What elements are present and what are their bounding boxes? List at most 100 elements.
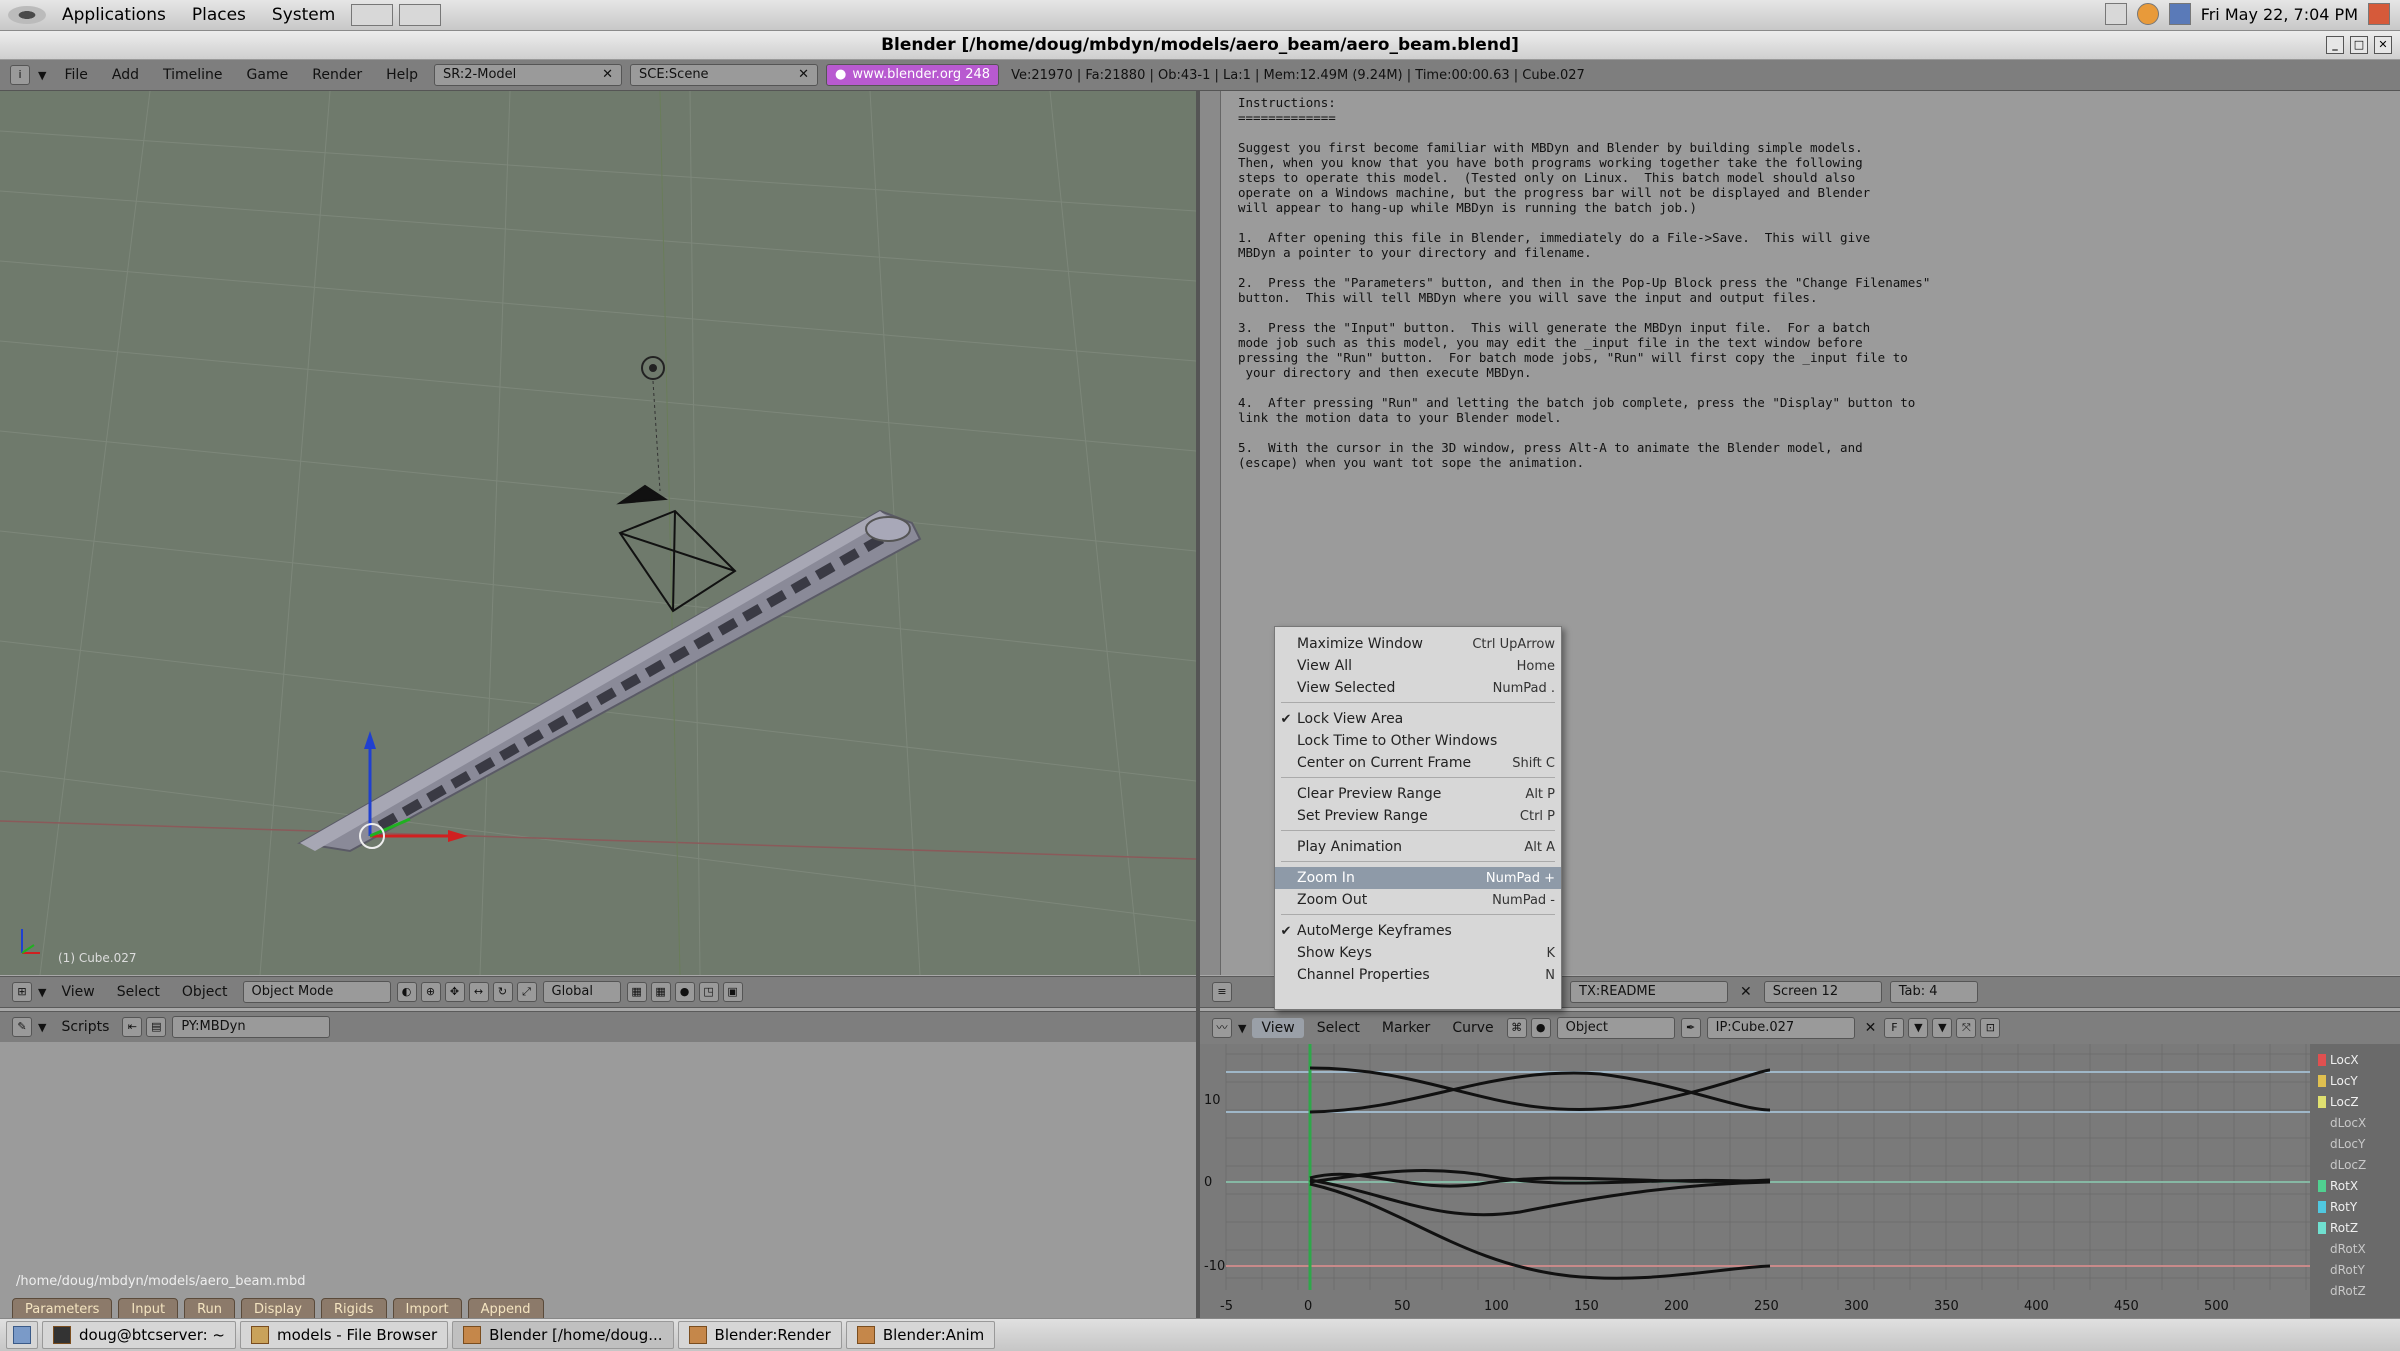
text-line[interactable] — [1238, 125, 1930, 140]
screen-selector[interactable]: SR:2-Model ✕ — [434, 64, 622, 86]
game-menu[interactable]: Game — [235, 67, 301, 83]
unlink-ipo-icon[interactable]: ✕ — [1865, 1020, 1877, 1036]
text-line[interactable]: will appear to hang-up while MBDyn is ru… — [1238, 200, 1930, 215]
draw-type-icon[interactable]: ◐ — [396, 982, 417, 1002]
channel-color-swatch[interactable] — [2318, 1180, 2326, 1192]
timeline-menu[interactable]: Timeline — [151, 67, 235, 83]
fake-user-icon[interactable]: F — [1884, 1018, 1905, 1038]
file-menu[interactable]: File — [52, 67, 99, 83]
layer-buttons-2-icon[interactable]: ▦ — [650, 982, 671, 1002]
channel-color-swatch[interactable] — [2318, 1222, 2326, 1234]
channel-color-swatch[interactable] — [2318, 1201, 2326, 1213]
collapse-icon[interactable]: ▼ — [38, 69, 46, 82]
text-window-icon[interactable]: ≡ — [1212, 982, 1232, 1002]
menu-item-view-all[interactable]: View All Home — [1275, 655, 1561, 677]
copy-icon[interactable]: ▼ — [1908, 1018, 1929, 1038]
menu-item-lock-time-to-other-windows[interactable]: Lock Time to Other Windows — [1275, 730, 1561, 752]
collapse-icon[interactable]: ▼ — [1238, 1022, 1246, 1035]
channel-name[interactable]: LocX — [2330, 1053, 2359, 1067]
channel-name[interactable]: dLocY — [2330, 1137, 2366, 1151]
text-line[interactable] — [1238, 260, 1930, 275]
mode-dropdown[interactable]: Object Mode — [242, 981, 391, 1003]
translate-icon[interactable]: ↔ — [468, 982, 489, 1002]
applications-menu[interactable]: Applications — [52, 5, 176, 25]
system-menu[interactable]: System — [262, 5, 345, 25]
tab-width-field[interactable]: Tab: 4 — [1889, 981, 1978, 1003]
channel-name[interactable]: dRotX — [2330, 1242, 2366, 1256]
places-menu[interactable]: Places — [182, 5, 256, 25]
ipo-type-dropdown[interactable]: Object — [1556, 1017, 1675, 1039]
script-icon[interactable]: ▤ — [146, 1017, 167, 1037]
text-scrollbar[interactable] — [1200, 91, 1221, 975]
channel-name[interactable]: dRotY — [2330, 1263, 2365, 1277]
ipo-name-field[interactable]: IP:Cube.027 — [1706, 1017, 1855, 1039]
taskbar-blender-render[interactable]: Blender:Render — [677, 1321, 842, 1349]
blender-website-link[interactable]: ● www.blender.org 248 — [826, 64, 1000, 86]
window-titlebar[interactable]: Blender [/home/doug/mbdyn/models/aero_be… — [0, 31, 2400, 60]
ipo-canvas[interactable]: LocX LocY LocZ dLocX dLocY dLocZ RotX RotY RotZ d… — [1200, 1044, 2400, 1318]
viewport-canvas[interactable] — [0, 91, 1196, 975]
menu-item-clear-preview-range[interactable]: Clear Preview Range Alt P — [1275, 783, 1561, 805]
text-line[interactable]: operate on a Windows machine, but the pr… — [1238, 185, 1930, 200]
menu-item-show-keys[interactable]: Show Keys K — [1275, 942, 1561, 964]
menu-item-view-selected[interactable]: View Selected NumPad . — [1275, 677, 1561, 699]
text-line[interactable] — [1238, 425, 1930, 440]
text-line[interactable]: pressing the "Run" button. For batch mod… — [1238, 350, 1930, 365]
logout-icon[interactable] — [2368, 3, 2390, 25]
object-menu[interactable]: Object — [173, 982, 237, 1002]
view-context-menu[interactable]: Maximize Window Ctrl UpArrow View All Home V… — [1274, 626, 1562, 1010]
menu-item-zoom-out[interactable]: Zoom Out NumPad - — [1275, 889, 1561, 911]
scene-selector[interactable]: SCE:Scene ✕ — [630, 64, 818, 86]
channel-color-swatch[interactable] — [2318, 1096, 2326, 1108]
text-line[interactable]: 5. With the cursor in the 3D window, pre… — [1238, 440, 1930, 455]
menu-item-play-animation[interactable]: Play Animation Alt A — [1275, 836, 1561, 858]
scale-icon[interactable]: ⤢ — [516, 982, 537, 1002]
menu-item-automerge-keyframes[interactable]: ✔ AutoMerge Keyframes — [1275, 920, 1561, 942]
text-line[interactable]: your directory and then execute MBDyn. — [1238, 365, 1930, 380]
show-desktop-button[interactable] — [6, 1321, 38, 1349]
shape-icon[interactable]: ● — [1530, 1018, 1551, 1038]
screen-number-field[interactable]: Screen 12 — [1763, 981, 1882, 1003]
taskbar-file-browser[interactable]: models - File Browser — [240, 1321, 449, 1349]
render-preview-icon[interactable]: ◳ — [698, 982, 719, 1002]
network-icon[interactable] — [2168, 3, 2191, 25]
text-line[interactable]: 3. Press the "Input" button. This will g… — [1238, 320, 1930, 335]
screenshot-icon[interactable]: ▣ — [722, 982, 743, 1002]
text-line[interactable]: Instructions: — [1238, 95, 1930, 110]
script-name-field[interactable]: PY:MBDyn — [172, 1016, 331, 1038]
text-line[interactable]: button. This will tell MBDyn where you w… — [1238, 290, 1930, 305]
channel-name[interactable]: dLocZ — [2330, 1158, 2366, 1172]
add-menu[interactable]: Add — [100, 67, 151, 83]
3d-viewport[interactable]: (1) Cube.027 — [0, 91, 1196, 975]
ipo-curve-menu[interactable]: Curve — [1443, 1018, 1502, 1038]
firefox-icon[interactable] — [2136, 3, 2159, 25]
channel-name[interactable]: LocZ — [2330, 1095, 2359, 1109]
manipulator-toggle-icon[interactable]: ✥ — [444, 982, 465, 1002]
text-line[interactable]: link the motion data to your Blender mod… — [1238, 410, 1930, 425]
channel-color-swatch[interactable] — [2318, 1054, 2326, 1066]
beam-object[interactable] — [297, 509, 922, 853]
launcher-icon-2[interactable] — [399, 4, 442, 26]
lock-layers-icon[interactable]: ● — [674, 982, 695, 1002]
render-menu[interactable]: Render — [300, 67, 374, 83]
menu-item-channel-properties[interactable]: Channel Properties N — [1275, 964, 1561, 986]
select-menu[interactable]: Select — [108, 982, 169, 1002]
channel-name[interactable]: RotZ — [2330, 1221, 2358, 1235]
clock[interactable]: Fri May 22, 7:04 PM — [2201, 5, 2358, 24]
text-line[interactable]: 1. After opening this file in Blender, i… — [1238, 230, 1930, 245]
channel-name[interactable]: LocY — [2330, 1074, 2358, 1088]
pin-icon[interactable]: ✒ — [1680, 1018, 1701, 1038]
text-line[interactable] — [1238, 305, 1930, 320]
channel-name[interactable]: RotY — [2330, 1200, 2358, 1214]
zoom-icon[interactable]: ⤧ — [1956, 1018, 1977, 1038]
channel-color-swatch[interactable] — [2318, 1075, 2326, 1087]
text-line[interactable] — [1238, 215, 1930, 230]
ipo-window-icon[interactable]: 〰 — [1212, 1018, 1232, 1038]
scripts-window-icon[interactable]: ✎ — [12, 1017, 32, 1037]
unlink-text-icon[interactable]: ✕ — [1740, 984, 1752, 1000]
tray-icon[interactable] — [2104, 3, 2127, 25]
menu-item-maximize-window[interactable]: Maximize Window Ctrl UpArrow — [1275, 633, 1561, 655]
menu-item-lock-view-area[interactable]: ✔ Lock View Area — [1275, 708, 1561, 730]
collapse-icon[interactable]: ▼ — [38, 986, 46, 999]
text-line[interactable]: Suggest you first become familiar with M… — [1238, 140, 1930, 155]
